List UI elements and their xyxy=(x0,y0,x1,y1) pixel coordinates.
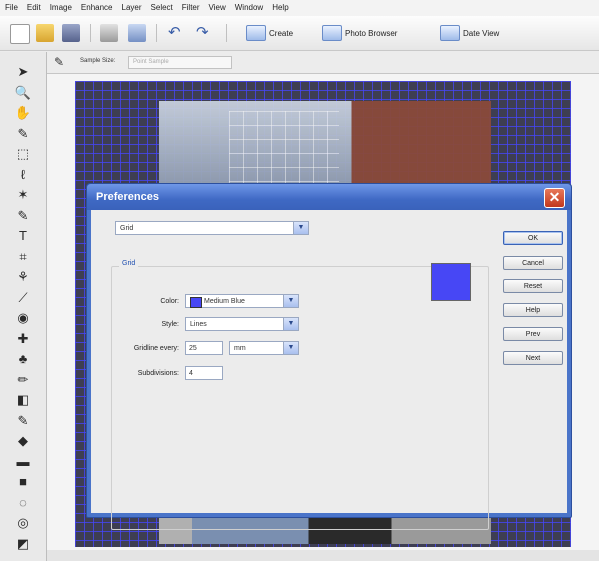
selection-brush-tool-icon[interactable]: ✎ xyxy=(14,208,32,224)
toolbox: ➤ 🔍 ✋ ✎ ⬚ ℓ ✶ ✎ T ⌗ ⚘ ⟋ ◉ ✚ ♣ ✏ ◧ ✎ ◆ ▬ ■ ◌ ◎ ◩ xyxy=(0,52,47,561)
menu-view[interactable]: View xyxy=(204,0,230,12)
sample-size-value: Point Sample xyxy=(133,59,169,65)
gridline-unit-value: mm xyxy=(234,345,246,352)
subdivisions-label: Subdivisions: xyxy=(137,370,179,377)
style-label: Style: xyxy=(161,321,179,328)
hand-tool-icon[interactable]: ✋ xyxy=(14,105,32,121)
straighten-tool-icon[interactable]: ⟋ xyxy=(14,290,32,306)
pencil-tool-icon[interactable]: ✏ xyxy=(14,372,32,388)
date-view-button-label: Date View xyxy=(463,28,500,38)
crop-tool-icon[interactable]: ⌗ xyxy=(14,249,32,265)
reset-button[interactable]: Reset xyxy=(503,279,563,293)
lasso-tool-icon[interactable]: ℓ xyxy=(14,167,32,183)
photo-window-panes xyxy=(229,111,339,186)
healing-brush-tool-icon[interactable]: ✚ xyxy=(14,331,32,347)
print-icon[interactable] xyxy=(100,24,118,42)
chevron-down-icon: ▼ xyxy=(283,342,298,354)
online-services-icon[interactable] xyxy=(128,24,146,42)
menu-enhance[interactable]: Enhance xyxy=(76,0,117,12)
preferences-dialog: Preferences ✕ Grid ▼ Grid Color: Medium … xyxy=(86,183,572,530)
shortcuts-toolbar: ↶ ↷ Create Photo Browser Date View xyxy=(0,16,599,51)
eraser-tool-icon[interactable]: ◧ xyxy=(14,392,32,408)
options-bar: ✎ Sample Size: Point Sample xyxy=(0,51,599,74)
create-icon xyxy=(246,25,266,41)
toolbar-separator xyxy=(156,24,157,42)
photo-browser-button[interactable]: Photo Browser xyxy=(322,25,397,41)
marquee-tool-icon[interactable]: ⬚ xyxy=(14,146,32,162)
dialog-body: Grid ▼ Grid Color: Medium Blue ▼ Style: … xyxy=(91,210,567,530)
gradient-tool-icon[interactable]: ▬ xyxy=(14,454,32,470)
preferences-section-value: Grid xyxy=(120,225,134,232)
menu-image[interactable]: Image xyxy=(45,0,76,12)
status-bar xyxy=(47,550,599,561)
toolbar-separator xyxy=(90,24,91,42)
color-select[interactable]: Medium Blue ▼ xyxy=(185,294,299,308)
menu-file[interactable]: File xyxy=(0,0,22,12)
sponge-tool-icon[interactable]: ◎ xyxy=(14,515,32,531)
menu-select[interactable]: Select xyxy=(146,0,177,12)
brush-tool-icon[interactable]: ✎ xyxy=(14,413,32,429)
dialog-titlebar[interactable]: Preferences ✕ xyxy=(87,184,571,210)
sample-size-label: Sample Size: xyxy=(80,58,116,64)
menu-window[interactable]: Window xyxy=(230,0,267,12)
eyedropper-option-icon: ✎ xyxy=(54,55,65,69)
gridline-every-label: Gridline every: xyxy=(133,345,179,352)
prev-button[interactable]: Prev xyxy=(503,327,563,341)
menu-layer[interactable]: Layer xyxy=(117,0,146,12)
date-view-icon xyxy=(440,25,460,41)
create-button-label: Create xyxy=(269,28,294,38)
chevron-down-icon: ▼ xyxy=(283,295,298,307)
red-eye-tool-icon[interactable]: ◉ xyxy=(14,310,32,326)
zoom-tool-icon[interactable]: 🔍 xyxy=(14,85,32,101)
color-swatches-icon[interactable]: ◩ xyxy=(14,536,32,552)
save-icon[interactable] xyxy=(62,24,80,42)
magic-wand-tool-icon[interactable]: ✶ xyxy=(14,187,32,203)
blur-tool-icon[interactable]: ◌ xyxy=(14,495,32,511)
sample-size-select[interactable]: Point Sample xyxy=(128,56,232,69)
ok-button[interactable]: OK xyxy=(503,231,563,245)
chevron-down-icon: ▼ xyxy=(283,318,298,330)
clone-stamp-tool-icon[interactable]: ♣ xyxy=(14,351,32,367)
menu-edit[interactable]: Edit xyxy=(22,0,45,12)
eyedropper-tool-icon[interactable]: ✎ xyxy=(14,126,32,142)
color-value: Medium Blue xyxy=(204,298,245,305)
color-swatch-small xyxy=(190,297,202,308)
toolbar-separator xyxy=(226,24,227,42)
type-tool-icon[interactable]: T xyxy=(14,228,32,244)
shape-tool-icon[interactable]: ■ xyxy=(14,474,32,490)
create-button[interactable]: Create xyxy=(246,25,293,41)
style-value: Lines xyxy=(190,321,207,328)
subdivisions-input[interactable]: 4 xyxy=(185,366,223,380)
grid-group-label: Grid xyxy=(119,260,139,267)
grid-group-box xyxy=(111,266,489,530)
undo-icon[interactable]: ↶ xyxy=(168,24,186,42)
paint-bucket-tool-icon[interactable]: ◆ xyxy=(14,433,32,449)
menu-filter[interactable]: Filter xyxy=(177,0,204,12)
color-label: Color: xyxy=(160,298,179,305)
redo-icon[interactable]: ↷ xyxy=(196,24,214,42)
next-button[interactable]: Next xyxy=(503,351,563,365)
photo-browser-icon xyxy=(322,25,342,41)
close-icon[interactable]: ✕ xyxy=(544,188,565,208)
photo-visible-top xyxy=(159,101,491,191)
new-file-icon[interactable] xyxy=(10,24,30,44)
date-view-button[interactable]: Date View xyxy=(440,25,499,41)
dialog-title: Preferences xyxy=(96,191,159,203)
cookie-cutter-tool-icon[interactable]: ⚘ xyxy=(14,269,32,285)
chevron-down-icon: ▼ xyxy=(293,222,308,234)
gridline-every-input[interactable]: 25 xyxy=(185,341,223,355)
photo-browser-button-label: Photo Browser xyxy=(345,28,398,38)
menu-help[interactable]: Help xyxy=(267,0,292,12)
menu-bar: File Edit Image Enhance Layer Select Filter Vie… xyxy=(0,0,599,16)
gridline-unit-select[interactable]: mm ▼ xyxy=(229,341,299,355)
grid-color-swatch[interactable] xyxy=(431,263,471,301)
help-button[interactable]: Help xyxy=(503,303,563,317)
preferences-section-select[interactable]: Grid ▼ xyxy=(115,221,309,235)
style-select[interactable]: Lines ▼ xyxy=(185,317,299,331)
move-tool-icon[interactable]: ➤ xyxy=(14,64,32,80)
open-folder-icon[interactable] xyxy=(36,24,54,42)
cancel-button[interactable]: Cancel xyxy=(503,256,563,270)
